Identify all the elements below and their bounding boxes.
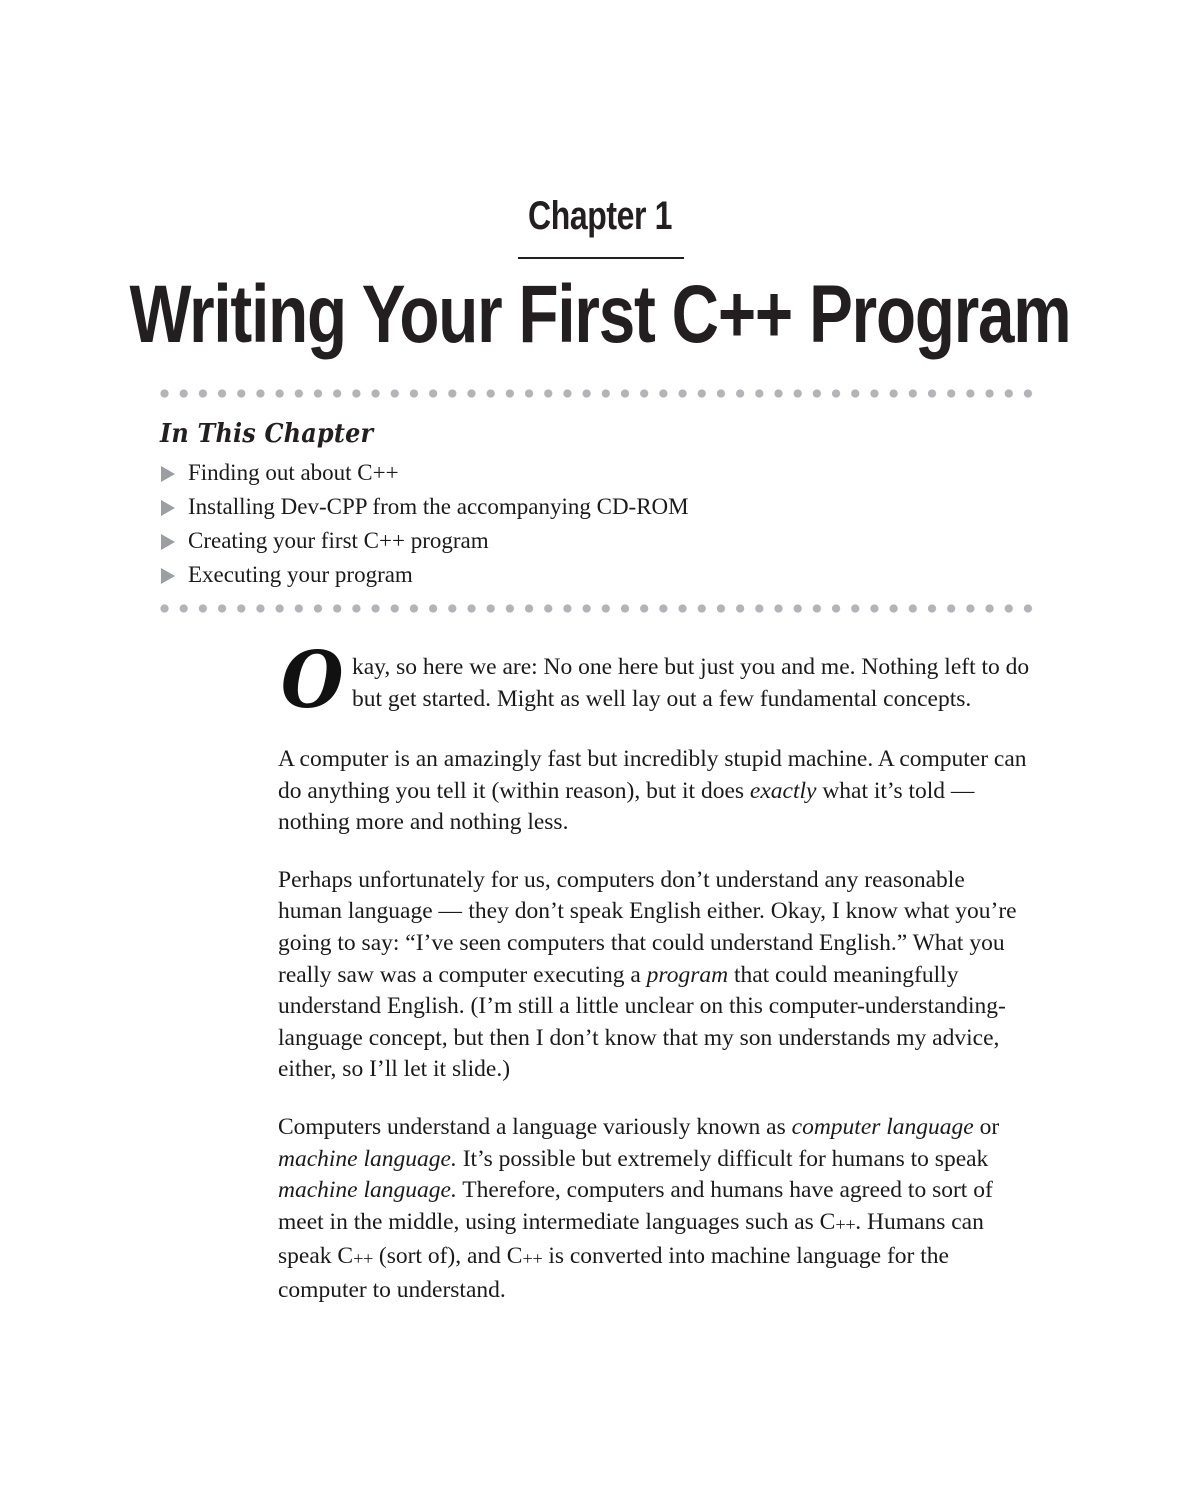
drop-cap: O [280,635,344,726]
dotted-rule-top [160,389,1042,398]
list-item-label: Creating your first C++ program [188,528,489,553]
list-item-label: Executing your program [188,562,413,587]
in-this-chapter-list: Finding out about C++ Installing Dev-CPP… [160,458,1040,594]
paragraph-text: A computer is an amazingly fast but incr… [278,746,1027,836]
triangle-bullet-icon [161,568,175,584]
list-item: Finding out about C++ [160,458,1040,492]
triangle-bullet-icon [161,466,175,482]
triangle-bullet-icon [161,534,175,550]
list-item-label: Finding out about C++ [188,460,399,485]
list-item-label: Installing Dev-CPP from the accompanying… [188,494,689,519]
list-item: Creating your first C++ program [160,526,1040,560]
in-this-chapter-heading: In This Chapter [160,419,374,449]
paragraph: Perhaps unfortunately for us, computers … [278,865,1030,1086]
chapter-label: Chapter 1 [528,194,672,238]
dotted-rule-bottom [160,604,1042,613]
paragraph-text: Computers understand a language variousl… [278,1113,1000,1303]
paragraph-text: Perhaps unfortunately for us, computers … [278,866,1017,1083]
list-item: Installing Dev-CPP from the accompanying… [160,492,1040,526]
chapter-label-rule [518,257,684,259]
paragraph-text: kay, so here we are: No one here but jus… [351,654,1030,712]
document-page: Chapter 1 Writing Your First C++ Program… [0,0,1200,1504]
list-item: Executing your program [160,560,1040,594]
body-text-column: Okay, so here we are: No one here but ju… [278,642,1030,1332]
paragraph: A computer is an amazingly fast but incr… [278,744,1030,839]
triangle-bullet-icon [161,500,175,516]
page-title: Writing Your First C++ Program [129,269,1072,360]
paragraph: Computers understand a language variousl… [278,1112,1030,1306]
paragraph-intro: Okay, so here we are: No one here but ju… [278,642,1030,720]
